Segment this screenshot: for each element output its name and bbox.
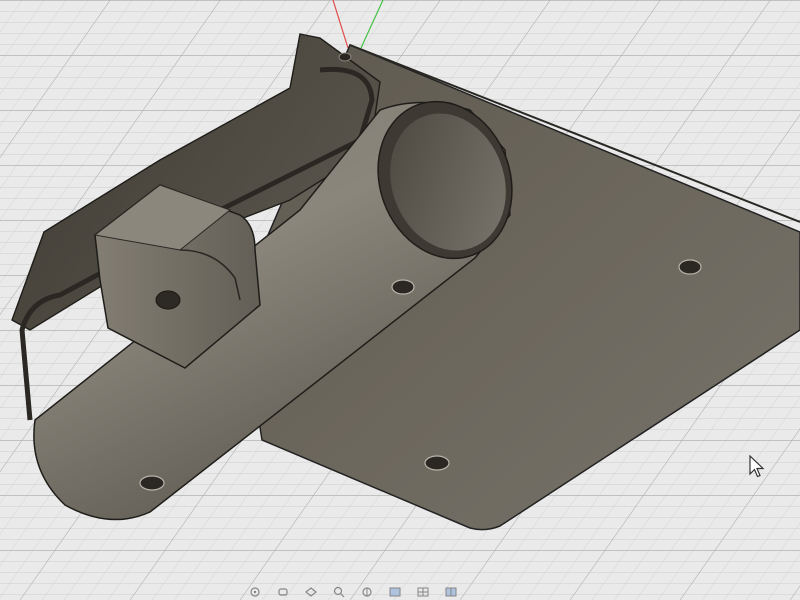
navigation-toolbar [240, 584, 548, 600]
clamp-bolt-hole[interactable] [155, 290, 181, 310]
mounting-hole-4[interactable] [139, 475, 165, 491]
3d-modeling-viewport[interactable] [0, 0, 800, 600]
zoom-window-icon[interactable] [332, 586, 346, 598]
grid-settings-icon[interactable] [416, 586, 430, 598]
mounting-hole-2[interactable] [678, 259, 702, 275]
orbit-icon[interactable] [248, 586, 262, 598]
mounting-hole-1[interactable] [391, 279, 415, 295]
fit-view-icon[interactable] [360, 586, 374, 598]
corner-hole[interactable] [338, 52, 352, 62]
pan-icon[interactable] [276, 586, 290, 598]
mouse-pointer-icon [749, 455, 765, 478]
display-settings-icon[interactable] [388, 586, 402, 598]
viewports-icon[interactable] [444, 586, 458, 598]
look-at-icon[interactable] [304, 586, 318, 598]
3d-scene[interactable] [0, 0, 800, 600]
mounting-hole-3[interactable] [424, 455, 450, 471]
